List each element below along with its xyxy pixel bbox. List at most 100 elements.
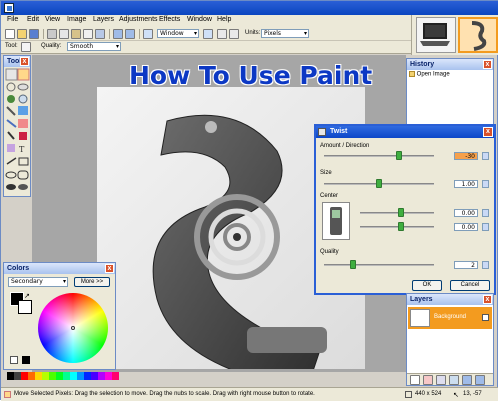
secondary-color-swatch[interactable] <box>18 300 32 314</box>
ok-button[interactable]: OK <box>412 280 442 291</box>
quality-combo[interactable]: Smooth ▾ <box>67 42 121 51</box>
menu-edit[interactable]: Edit <box>27 16 39 23</box>
amount-spinner[interactable] <box>482 152 489 160</box>
palette-swatch[interactable] <box>98 372 105 380</box>
zoom-icon[interactable] <box>18 94 28 104</box>
size-slider-thumb[interactable] <box>376 179 382 188</box>
gradient-icon[interactable] <box>18 184 28 190</box>
laptop-thumbnail[interactable] <box>416 17 456 53</box>
zoom-combo[interactable]: Window ▾ <box>157 29 199 38</box>
rectangle-tool-icon[interactable] <box>18 157 29 166</box>
magic-wand-icon[interactable] <box>7 95 15 103</box>
color-wheel-cursor[interactable] <box>71 326 75 330</box>
palette-swatch[interactable] <box>7 372 14 380</box>
move-layer-up-icon[interactable] <box>462 375 472 385</box>
amount-input[interactable]: -30 <box>454 152 478 160</box>
move-selection-icon[interactable] <box>17 68 30 81</box>
zoom-in-icon[interactable] <box>203 29 213 39</box>
rounded-rect-icon[interactable] <box>17 170 29 180</box>
history-panel-title[interactable]: History x <box>407 59 493 70</box>
reset-colors-icon[interactable] <box>10 356 18 364</box>
palette-swatch[interactable] <box>56 372 63 380</box>
more-colors-button[interactable]: More >> <box>74 277 110 287</box>
palette-swatch[interactable] <box>105 372 112 380</box>
tools-panel-title[interactable]: Tools x <box>4 56 30 67</box>
open-icon[interactable] <box>17 29 27 39</box>
deselect-icon[interactable] <box>95 29 105 39</box>
layer-row-background[interactable]: Background <box>408 307 492 329</box>
center-x-spinner[interactable] <box>482 209 489 217</box>
palette-swatch[interactable] <box>21 372 28 380</box>
rectangle-select-icon[interactable] <box>5 68 18 81</box>
size-input[interactable]: 1.00 <box>454 180 478 188</box>
paste-icon[interactable] <box>71 29 81 39</box>
palette-swatch[interactable] <box>35 372 42 380</box>
paint-bucket-icon[interactable] <box>18 106 28 115</box>
ruler-icon[interactable] <box>229 29 239 39</box>
black-white-icon[interactable] <box>22 356 30 364</box>
menu-window[interactable]: Window <box>187 16 212 23</box>
palette-swatch[interactable] <box>14 372 21 380</box>
new-icon[interactable] <box>5 29 15 39</box>
palette-swatch[interactable] <box>77 372 84 380</box>
redo-icon[interactable] <box>125 29 135 39</box>
pencil-icon[interactable] <box>7 131 15 140</box>
palette-swatch[interactable] <box>84 372 91 380</box>
palette-swatch[interactable] <box>91 372 98 380</box>
twist-dialog-title[interactable]: Twist x <box>316 126 494 138</box>
move-layer-down-icon[interactable] <box>475 375 485 385</box>
delete-layer-icon[interactable] <box>423 375 433 385</box>
center-y-spinner[interactable] <box>482 223 489 231</box>
phone-thumbnail[interactable] <box>458 17 498 53</box>
palette-swatch[interactable] <box>112 372 119 380</box>
center-y-slider-thumb[interactable] <box>398 222 404 231</box>
cut-icon[interactable] <box>47 29 57 39</box>
save-icon[interactable] <box>29 29 39 39</box>
undo-icon[interactable] <box>113 29 123 39</box>
ellipse-select-icon[interactable] <box>17 83 29 91</box>
close-icon[interactable]: x <box>483 60 492 69</box>
quality-slider-thumb[interactable] <box>350 260 356 269</box>
menu-help[interactable]: Help <box>217 16 231 23</box>
lasso-icon[interactable] <box>6 82 16 92</box>
palette-swatch[interactable] <box>49 372 56 380</box>
close-icon[interactable]: x <box>483 295 492 304</box>
menu-adjustments[interactable]: Adjustments <box>119 16 158 23</box>
merge-layer-icon[interactable] <box>449 375 459 385</box>
recolor-icon[interactable] <box>7 144 15 152</box>
freeform-shape-icon[interactable] <box>6 184 16 190</box>
amount-slider-thumb[interactable] <box>396 151 402 160</box>
units-combo[interactable]: Pixels ▾ <box>261 29 309 38</box>
duplicate-layer-icon[interactable] <box>436 375 446 385</box>
close-icon[interactable]: x <box>20 57 29 66</box>
pan-icon[interactable] <box>6 106 16 116</box>
color-mode-combo[interactable]: Secondary ▾ <box>8 277 68 287</box>
center-y-slider-track[interactable] <box>360 226 434 228</box>
close-icon[interactable]: x <box>105 264 114 273</box>
center-x-slider-track[interactable] <box>360 212 434 214</box>
size-spinner[interactable] <box>482 180 489 188</box>
center-y-input[interactable]: 0.00 <box>454 223 478 231</box>
title-bar[interactable] <box>1 1 498 15</box>
grid-icon[interactable] <box>217 29 227 39</box>
quality-input[interactable]: 2 <box>454 261 478 269</box>
colors-panel-title[interactable]: Colors x <box>4 263 115 274</box>
cancel-button[interactable]: Cancel <box>450 280 490 291</box>
quality-slider-track[interactable] <box>324 264 434 266</box>
quality-spinner[interactable] <box>482 261 489 269</box>
line-tool-icon[interactable] <box>6 157 17 165</box>
center-preview[interactable] <box>322 202 350 240</box>
layers-panel-title[interactable]: Layers x <box>407 294 493 305</box>
swap-colors-icon[interactable]: ↗ <box>24 292 30 300</box>
add-layer-icon[interactable] <box>410 375 420 385</box>
history-item[interactable]: Open Image <box>409 71 450 78</box>
clone-stamp-icon[interactable] <box>19 132 27 140</box>
menu-file[interactable]: File <box>7 16 18 23</box>
menu-effects[interactable]: Effects <box>159 16 180 23</box>
crop-icon[interactable] <box>83 29 93 39</box>
current-tool-icon[interactable] <box>21 42 31 52</box>
menu-layers[interactable]: Layers <box>93 16 114 23</box>
amount-slider-track[interactable] <box>324 155 434 157</box>
center-x-slider-thumb[interactable] <box>398 208 404 217</box>
copy-icon[interactable] <box>59 29 69 39</box>
